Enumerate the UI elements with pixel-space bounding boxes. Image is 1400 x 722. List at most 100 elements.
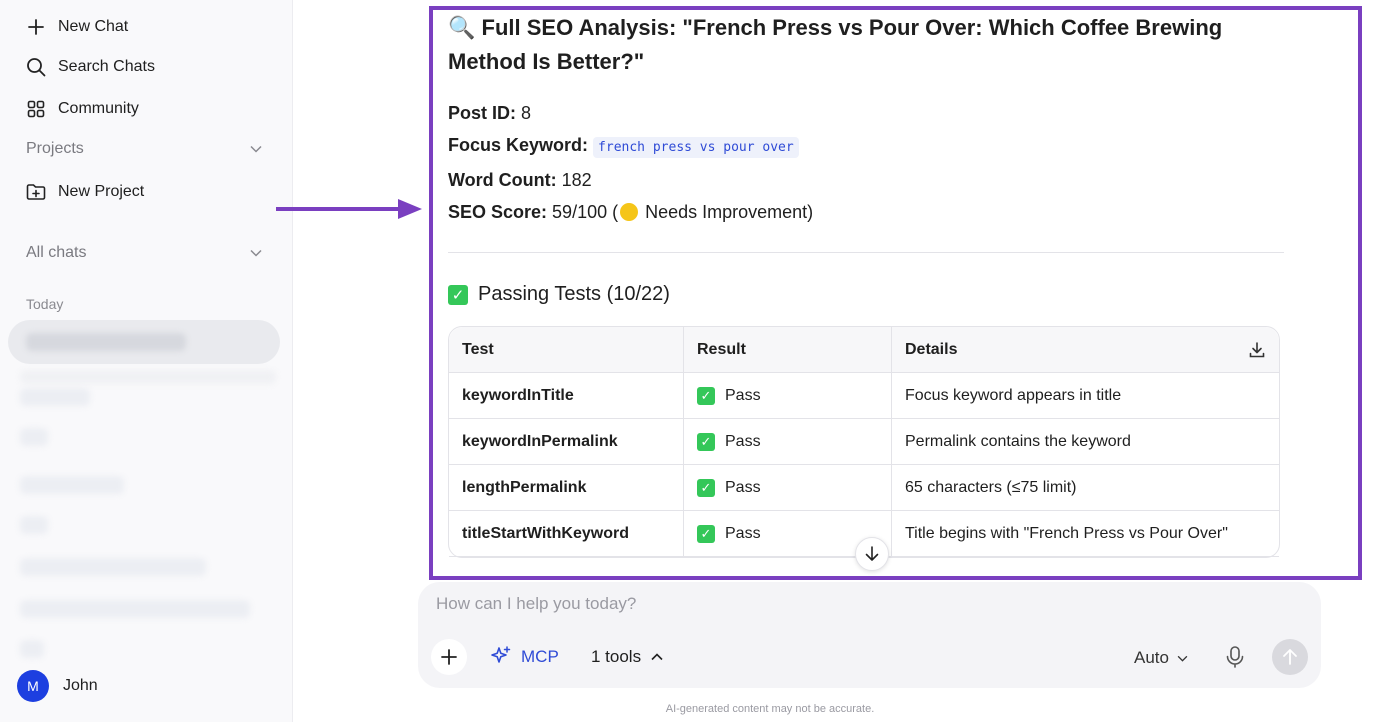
plus-icon xyxy=(441,649,457,665)
test-name-cell: keywordInTitle xyxy=(449,373,684,419)
chat-history-item[interactable] xyxy=(20,370,276,384)
result-cell: ✓ Pass xyxy=(684,373,892,419)
column-header-test: Test xyxy=(449,327,684,373)
new-project-button[interactable]: New Project xyxy=(26,182,144,202)
yellow-circle-icon xyxy=(620,203,639,221)
check-box-icon: ✓ xyxy=(697,432,715,451)
model-selector[interactable]: Auto xyxy=(1134,648,1188,668)
seo-score-row: SEO Score: 59/100 ( Needs Improvement) xyxy=(448,196,1284,228)
passing-tests-heading: ✓ Passing Tests (10/22) xyxy=(448,283,1284,306)
details-cell: Title begins with "French Press vs Pour … xyxy=(892,511,1279,557)
chat-history-item[interactable] xyxy=(20,516,48,534)
sidebar: New Chat Search Chats Community Projects… xyxy=(0,0,293,722)
ai-disclaimer: AI-generated content may not be accurate… xyxy=(665,703,875,715)
chevron-down-icon xyxy=(250,244,262,262)
today-label: Today xyxy=(26,296,64,312)
column-header-details: Details xyxy=(892,327,1279,373)
chat-history-item[interactable] xyxy=(20,558,206,576)
chat-history-item-selected[interactable] xyxy=(8,320,280,364)
post-id-value: 8 xyxy=(516,103,532,123)
result-cell: ✓ Pass xyxy=(684,419,892,465)
mcp-label: MCP xyxy=(521,647,559,666)
focus-keyword-label: Focus Keyword: xyxy=(448,135,589,155)
table-row: lengthPermalink ✓ Pass 65 characters (≤75… xyxy=(449,465,1279,511)
microphone-button[interactable] xyxy=(1224,645,1246,674)
folder-plus-icon xyxy=(26,182,46,202)
search-chats-label: Search Chats xyxy=(58,58,155,75)
post-id-label: Post ID: xyxy=(448,103,517,123)
chevron-down-icon xyxy=(1177,655,1188,662)
search-chats-button[interactable]: Search Chats xyxy=(26,57,155,77)
message-composer: How can I help you today? MCP 1 tools Au… xyxy=(418,582,1321,688)
arrow-up-icon xyxy=(1283,649,1297,665)
details-cell: Permalink contains the keyword xyxy=(892,419,1279,465)
chat-history-item[interactable] xyxy=(20,600,250,618)
table-header-row: Test Result Details xyxy=(449,327,1279,373)
seo-analysis-message: 🔍 Full SEO Analysis: "French Press vs Po… xyxy=(448,10,1284,558)
new-project-label: New Project xyxy=(58,183,145,200)
mcp-button[interactable]: MCP xyxy=(489,645,559,669)
projects-section-toggle[interactable]: Projects xyxy=(26,140,262,158)
check-box-icon: ✓ xyxy=(697,478,715,497)
chevron-down-icon xyxy=(250,140,262,158)
new-chat-button[interactable]: New Chat xyxy=(26,17,128,37)
blurred-chat-title xyxy=(26,333,186,351)
column-header-details-label: Details xyxy=(905,340,958,358)
check-box-icon: ✓ xyxy=(448,284,468,305)
scroll-to-bottom-button[interactable] xyxy=(855,537,889,571)
post-id-row: Post ID: 8 xyxy=(448,97,1284,129)
seo-score-label: SEO Score: xyxy=(448,202,548,222)
result-text: Pass xyxy=(725,432,761,450)
all-chats-section-toggle[interactable]: All chats xyxy=(26,244,262,262)
avatar: M xyxy=(17,670,49,702)
chat-history-item[interactable] xyxy=(20,388,90,406)
check-box-icon: ✓ xyxy=(697,386,715,405)
table-row: keywordInTitle ✓ Pass Focus keyword appea… xyxy=(449,373,1279,419)
model-label: Auto xyxy=(1134,648,1169,667)
send-button[interactable] xyxy=(1272,639,1308,675)
user-name: John xyxy=(63,677,98,694)
word-count-row: Word Count: 182 xyxy=(448,164,1284,196)
attach-button[interactable] xyxy=(431,639,467,675)
passing-tests-table: Test Result Details keywordInTitle ✓ Pass… xyxy=(448,326,1280,558)
focus-keyword-row: Focus Keyword: french press vs pour over xyxy=(448,129,1284,164)
download-icon[interactable] xyxy=(1248,341,1266,359)
chevron-up-icon xyxy=(651,653,663,661)
details-cell: Focus keyword appears in title xyxy=(892,373,1279,419)
tools-label: 1 tools xyxy=(591,647,642,666)
column-header-result: Result xyxy=(684,327,892,373)
new-chat-label: New Chat xyxy=(58,18,129,35)
plus-icon xyxy=(26,17,46,37)
community-button[interactable]: Community xyxy=(26,99,139,119)
chat-history-item[interactable] xyxy=(20,640,44,658)
message-input[interactable]: How can I help you today? xyxy=(436,594,636,614)
all-chats-label: All chats xyxy=(26,244,87,261)
word-count-value: 182 xyxy=(556,170,592,190)
microphone-icon xyxy=(1226,646,1244,668)
annotation-arrow-icon xyxy=(276,199,422,219)
search-icon xyxy=(26,57,46,77)
analysis-title: 🔍 Full SEO Analysis: "French Press vs Po… xyxy=(448,15,1223,74)
chat-history-item[interactable] xyxy=(20,476,124,494)
tools-selector[interactable]: 1 tools xyxy=(591,647,663,667)
details-cell: 65 characters (≤75 limit) xyxy=(892,465,1279,511)
result-text: Pass xyxy=(725,478,761,496)
divider xyxy=(448,252,1284,253)
seo-status-text: Needs Improvement) xyxy=(640,202,814,222)
word-count-label: Word Count: xyxy=(448,170,557,190)
projects-label: Projects xyxy=(26,140,84,157)
seo-score-value: 59/100 ( xyxy=(547,202,619,222)
sparkle-icon xyxy=(491,646,511,663)
check-box-icon: ✓ xyxy=(697,524,715,543)
result-text: Pass xyxy=(725,386,761,404)
table-row: keywordInPermalink ✓ Pass Permalink conta… xyxy=(449,419,1279,465)
chat-history-item[interactable] xyxy=(20,428,48,446)
grid-icon xyxy=(26,99,46,119)
test-name-cell: lengthPermalink xyxy=(449,465,684,511)
result-text: Pass xyxy=(725,524,761,542)
user-profile-button[interactable]: M John xyxy=(17,670,98,702)
passing-tests-label: Passing Tests (10/22) xyxy=(478,283,670,305)
focus-keyword-code: french press vs pour over xyxy=(593,137,799,158)
result-cell: ✓ Pass xyxy=(684,465,892,511)
arrow-down-icon xyxy=(865,546,879,561)
